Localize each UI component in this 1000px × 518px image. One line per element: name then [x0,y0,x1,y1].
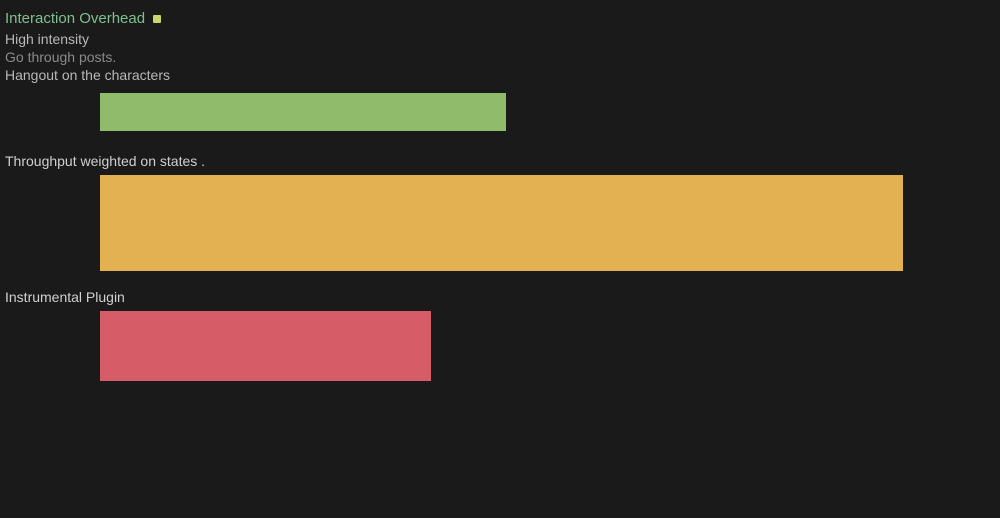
bar-track [100,175,980,271]
chart-container: Interaction Overhead High intensity Go t… [0,0,1000,381]
chart-header: Interaction Overhead [5,10,980,27]
chart-title: Interaction Overhead [5,10,145,27]
bar-2 [100,311,431,381]
legend-marker-icon [153,15,161,23]
chart-subtitle-line-1: High intensity [5,31,980,47]
bar-row-2: Instrumental Plugin [5,289,980,381]
bar-track [100,311,980,381]
bar-row-0 [5,93,980,131]
chart-subtitle-line-3: Hangout on the characters [5,67,980,83]
bar-label-2: Instrumental Plugin [5,289,980,305]
chart-subtitle-line-2: Go through posts. [5,49,980,65]
bar-0 [100,93,506,131]
bar-track [100,93,980,131]
bar-row-1: Throughput weighted on states . [5,153,980,271]
bar-label-1: Throughput weighted on states . [5,153,980,169]
bar-1 [100,175,903,271]
